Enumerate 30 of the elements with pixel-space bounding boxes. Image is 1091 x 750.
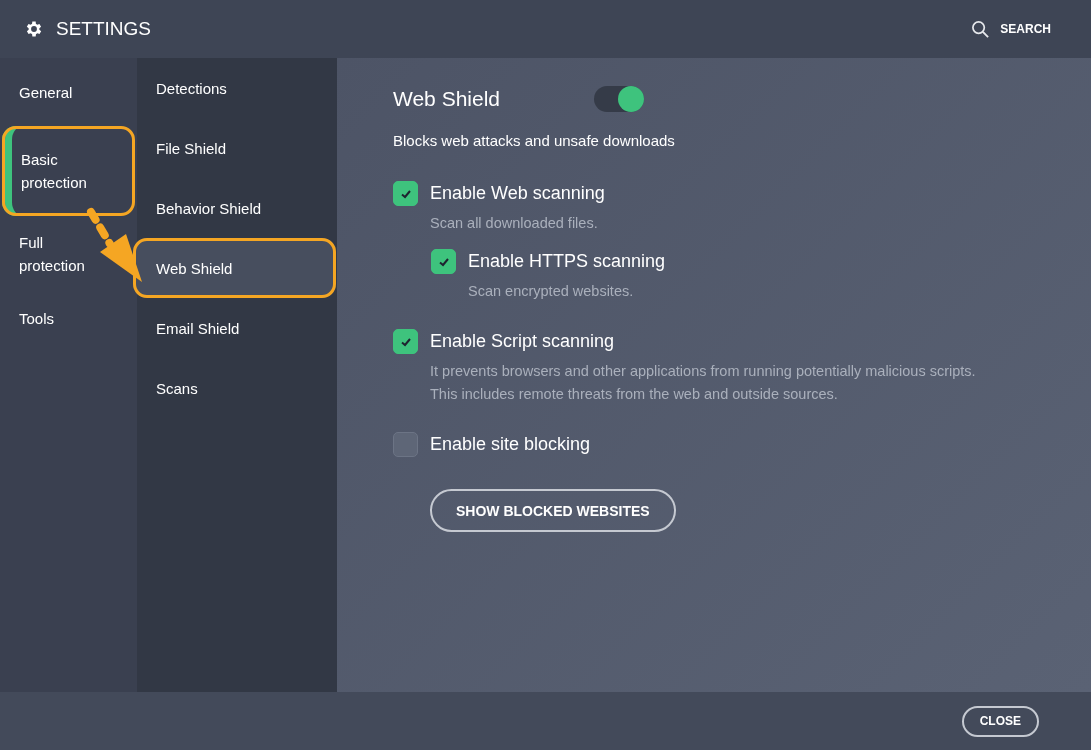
toggle-switch[interactable] (594, 86, 644, 112)
search-icon (971, 19, 991, 39)
settings-icon (24, 19, 44, 39)
option-description: It prevents browsers and other applications from running potentially malicious scripts. This includes remote threats from the web and outside sources. (430, 362, 977, 404)
option-label: Enable site blocking (430, 434, 591, 455)
show-blocked-websites-button[interactable]: SHOW BLOCKED WEBSITES (430, 489, 676, 532)
category-item[interactable]: General (0, 66, 117, 126)
subsection-item[interactable]: Detections (137, 58, 337, 118)
panel-title: Web Shield (393, 87, 500, 111)
option-description: Scan encrypted websites. (468, 282, 635, 301)
category-item[interactable]: Basic protection (2, 126, 135, 216)
category-item[interactable]: Tools (0, 292, 117, 352)
subsection-item[interactable]: File Shield (137, 118, 337, 178)
close-button[interactable]: CLOSE (961, 705, 1039, 737)
subsection-item[interactable]: Behavior Shield (137, 178, 337, 238)
option-label: Enable HTTPS scanning (468, 251, 666, 272)
option-label: Enable Script scanning (430, 331, 615, 352)
checkbox[interactable] (431, 249, 456, 274)
subsection-item[interactable]: Web Shield (133, 238, 336, 298)
subsection-item[interactable]: Scans (137, 358, 337, 418)
subsection-item[interactable]: Email Shield (137, 298, 337, 358)
search-button[interactable]: SEARCH (971, 19, 1051, 39)
checkbox[interactable] (393, 181, 418, 206)
checkbox[interactable] (393, 329, 418, 354)
option-label: Enable Web scanning (430, 183, 605, 204)
window-title: SETTINGS (56, 18, 151, 40)
checkbox[interactable] (393, 432, 418, 457)
category-item[interactable]: Full protection (0, 216, 117, 292)
panel-description: Blocks web attacks and unsafe downloads (393, 132, 676, 149)
option-description: Scan all downloaded files. (430, 214, 599, 233)
